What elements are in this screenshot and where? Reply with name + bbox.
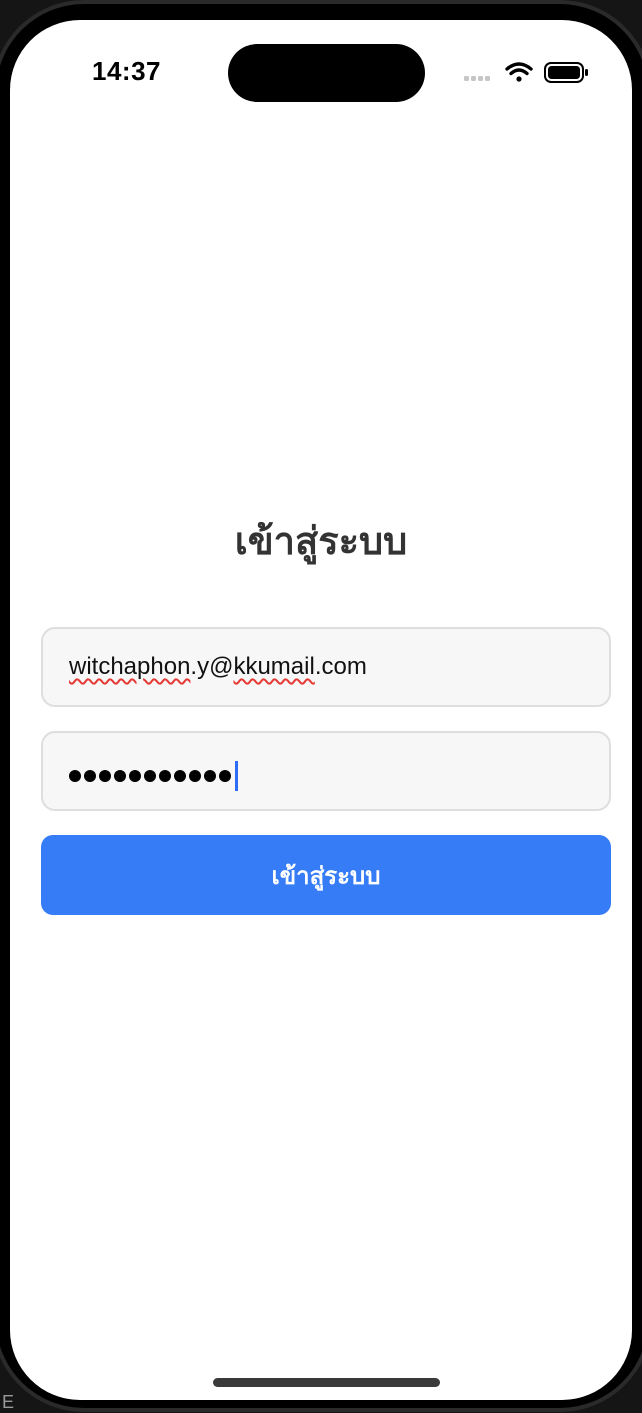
page-title: เข้าสู่ระบบ xyxy=(234,519,408,563)
password-dot xyxy=(129,770,141,782)
dynamic-island xyxy=(228,44,425,102)
status-time: 14:37 xyxy=(92,56,161,86)
password-dot xyxy=(189,770,201,782)
password-dot xyxy=(69,770,81,782)
password-dot xyxy=(174,770,186,782)
password-dot xyxy=(219,770,231,782)
password-dot xyxy=(204,770,216,782)
email-field[interactable]: witchaphon.y@kkumail.com xyxy=(41,627,611,707)
password-dot xyxy=(84,770,96,782)
password-field[interactable] xyxy=(41,731,611,811)
phone-screen xyxy=(10,20,632,1400)
battery-icon xyxy=(544,62,588,83)
email-tld-part: .com xyxy=(314,653,367,680)
wifi-icon xyxy=(505,62,533,82)
login-button[interactable]: เข้าสู่ระบบ xyxy=(41,835,611,915)
email-value: witchaphon.y@kkumail.com xyxy=(69,653,367,681)
password-dot xyxy=(159,770,171,782)
desktop-corner-glyph: E xyxy=(2,1392,15,1412)
email-user-part: witchaphon xyxy=(69,653,191,680)
signal-icon xyxy=(464,76,490,81)
email-middle-part: .y@ xyxy=(190,653,234,680)
login-button-label: เข้าสู่ระบบ xyxy=(271,861,381,890)
password-dot xyxy=(99,770,111,782)
status-icons xyxy=(464,62,588,83)
text-caret xyxy=(235,761,238,791)
password-dot xyxy=(114,770,126,782)
home-indicator[interactable] xyxy=(213,1378,440,1387)
password-mask xyxy=(69,761,238,791)
email-domain-part: kkumail xyxy=(233,653,315,680)
password-dot xyxy=(144,770,156,782)
